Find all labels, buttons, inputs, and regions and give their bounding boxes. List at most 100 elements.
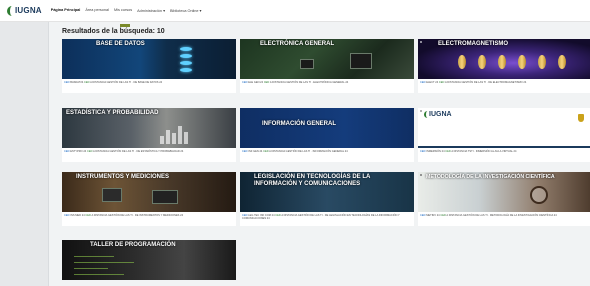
nav-administration[interactable]: Administración ▾: [137, 8, 165, 13]
course-card[interactable]: BASE DE DATOS CED BASDAT24 CED A DISTANC…: [62, 39, 236, 93]
logo-text: IUGNA: [429, 111, 452, 118]
corner-dot: [420, 174, 422, 176]
magnifier-icon: [530, 186, 548, 204]
course-card[interactable]: METODOLOGÍA DE LA INVESTIGACIÓN CIENTÍFI…: [418, 172, 590, 226]
course-image[interactable]: TALLER DE PROGRAMACIÓN: [62, 240, 236, 280]
chart-bar-icon: [166, 130, 170, 144]
course-image[interactable]: ELECTROMAGNETISMO: [418, 39, 590, 79]
course-meta: CED ELECT 24 CED A DISTANCIA GESTIÓN DE …: [418, 79, 590, 93]
code-line: [74, 274, 124, 275]
course-card[interactable]: INSTRUMENTOS Y MEDICIONES CED INS MED 24…: [62, 172, 236, 226]
course-meta: CED INS MED 24 CED A DISTANCIA GESTIÓN D…: [62, 212, 236, 226]
course-image[interactable]: IUGNA: [418, 108, 590, 148]
course-card[interactable]: IUGNA CED INMERSIÓN 24 CED A DISTANCIA T…: [418, 108, 590, 162]
course-code: METINV 24: [426, 214, 440, 217]
logo-mark-icon: [7, 5, 13, 16]
course-description: A DISTANCIA GESTIÓN DE LAS TI · INFORMAC…: [269, 150, 348, 153]
course-meta: CED LEG TEC INF COM 24 CED A DISTANCIA G…: [240, 212, 414, 226]
chart-bar-icon: [178, 126, 182, 144]
top-navbar: IUGNA Página Principal Área personal Mis…: [0, 0, 590, 22]
chart-bar-icon: [184, 132, 188, 144]
course-meta: CED ESTYPRO 24 CED A DISTANCIA GESTIÓN D…: [62, 148, 236, 162]
course-code-prefix[interactable]: CED: [64, 81, 69, 84]
course-code: ELE GEN 24: [248, 81, 264, 84]
course-tag: CED: [86, 150, 93, 153]
corner-dot: [420, 110, 422, 112]
course-code: ELECT 24: [426, 81, 439, 84]
main-content: Resultados de la búsqueda: 10 BASE DE DA…: [56, 22, 590, 286]
course-description: A DISTANCIA GESTIÓN DE LAS TI · ELECTRÓN…: [269, 81, 349, 84]
nav-online-library[interactable]: Biblioteca Online ▾: [170, 8, 201, 13]
course-meta: CED INF GEN 24 CED A DISTANCIA GESTIÓN D…: [240, 148, 414, 162]
course-image-title: METODOLOGÍA DE LA INVESTIGACIÓN CIENTÍFI…: [426, 174, 555, 180]
course-code: INS MED 24: [70, 214, 85, 217]
course-image[interactable]: ELECTRÓNICA GENERAL: [240, 39, 414, 79]
database-icon: [180, 68, 192, 72]
shield-icon: [578, 114, 584, 122]
course-tag: CED: [438, 81, 445, 84]
course-image[interactable]: METODOLOGÍA DE LA INVESTIGACIÓN CIENTÍFI…: [418, 172, 590, 212]
course-card[interactable]: TALLER DE PROGRAMACIÓN: [62, 240, 236, 280]
course-code-prefix[interactable]: CED: [420, 150, 425, 153]
course-description: A DISTANCIA GESTIÓN DE LAS TI · DE ELECT…: [444, 81, 527, 84]
coil-icon: [498, 55, 506, 69]
course-code-prefix[interactable]: CED: [242, 150, 247, 153]
logo-text: IUGNA: [15, 6, 42, 15]
chart-bar-icon: [172, 133, 176, 144]
course-image[interactable]: INSTRUMENTOS Y MEDICIONES: [62, 172, 236, 212]
main-nav: Página Principal Área personal Mis curso…: [51, 8, 207, 13]
course-description: A DISTANCIA GESTIÓN DE LAS TI · DE INSTR…: [91, 214, 184, 217]
course-image-title: ELECTROMAGNETISMO: [438, 41, 508, 47]
coil-icon: [538, 55, 546, 69]
course-code: BASDAT24: [70, 81, 84, 84]
course-code-prefix[interactable]: CED: [64, 150, 69, 153]
course-code: INMERSIÓN 24: [426, 150, 445, 153]
nav-home[interactable]: Página Principal: [51, 8, 81, 13]
course-code-prefix[interactable]: CED: [420, 214, 425, 217]
course-image-title: ESTADÍSTICA Y PROBABILIDAD: [66, 110, 159, 116]
course-image[interactable]: ESTADÍSTICA Y PROBABILIDAD: [62, 108, 236, 148]
circuit-chip-icon: [350, 53, 372, 69]
code-line: [74, 268, 108, 269]
coil-icon: [458, 55, 466, 69]
code-line: [74, 256, 114, 257]
course-description: A DISTANCIA GESTIÓN DE LAS TI · METODOLO…: [446, 214, 557, 217]
code-line: [74, 262, 134, 263]
course-image[interactable]: LEGISLACIÓN EN TECNOLOGÍAS DE LA INFORMA…: [240, 172, 414, 212]
instrument-icon: [102, 188, 122, 202]
course-code: INF GEN 24: [248, 150, 263, 153]
course-code-prefix[interactable]: CED: [242, 81, 247, 84]
decorative-marker: [120, 24, 130, 27]
site-logo[interactable]: IUGNA: [7, 5, 42, 16]
circuit-chip-icon: [300, 59, 314, 69]
course-code-prefix[interactable]: CED: [64, 214, 69, 217]
course-image-title: LEGISLACIÓN EN TECNOLOGÍAS DE LA INFORMA…: [254, 174, 371, 187]
course-image-title: BASE DE DATOS: [96, 41, 145, 47]
course-image-title: INSTRUMENTOS Y MEDICIONES: [76, 174, 170, 180]
course-card[interactable]: ELECTROMAGNETISMO CED ELECT 24 CED A DIS…: [418, 39, 590, 93]
course-card[interactable]: ESTADÍSTICA Y PROBABILIDAD CED ESTYPRO 2…: [62, 108, 236, 162]
iugna-logo: IUGNA: [424, 111, 452, 118]
course-meta: CED METINV 24 CED A DISTANCIA GESTIÓN DE…: [418, 212, 590, 226]
coil-icon: [558, 55, 566, 69]
course-tag: CED: [275, 214, 281, 217]
coil-icon: [478, 55, 486, 69]
results-title: Resultados de la búsqueda: 10: [62, 28, 165, 35]
course-image[interactable]: INFORMACIÓN GENERAL: [240, 108, 414, 148]
logo-mark-icon: [424, 111, 428, 118]
coil-icon: [518, 55, 526, 69]
course-image-title: ELECTRÓNICA GENERAL: [260, 41, 335, 47]
course-card[interactable]: ELECTRÓNICA GENERAL CED ELE GEN 24 CED A…: [240, 39, 414, 93]
course-code-prefix[interactable]: CED: [420, 81, 425, 84]
course-image[interactable]: BASE DE DATOS: [62, 39, 236, 79]
course-image-title: TALLER DE PROGRAMACIÓN: [90, 242, 176, 248]
course-description: A DISTANCIA GESTIÓN DE LAS TI · DE BASE …: [90, 81, 163, 84]
course-card[interactable]: LEGISLACIÓN EN TECNOLOGÍAS DE LA INFORMA…: [240, 172, 414, 226]
instrument-icon: [152, 190, 178, 204]
nav-my-courses[interactable]: Mis cursos: [114, 8, 132, 13]
database-icon: [180, 61, 192, 65]
nav-personal-area[interactable]: Área personal: [85, 8, 109, 13]
course-description: A DISTANCIA TSTI · INMERSIÓN AL AULA VIR…: [451, 150, 517, 153]
course-code: ESTYPRO 24: [70, 150, 87, 153]
course-card[interactable]: INFORMACIÓN GENERAL CED INF GEN 24 CED A…: [240, 108, 414, 162]
